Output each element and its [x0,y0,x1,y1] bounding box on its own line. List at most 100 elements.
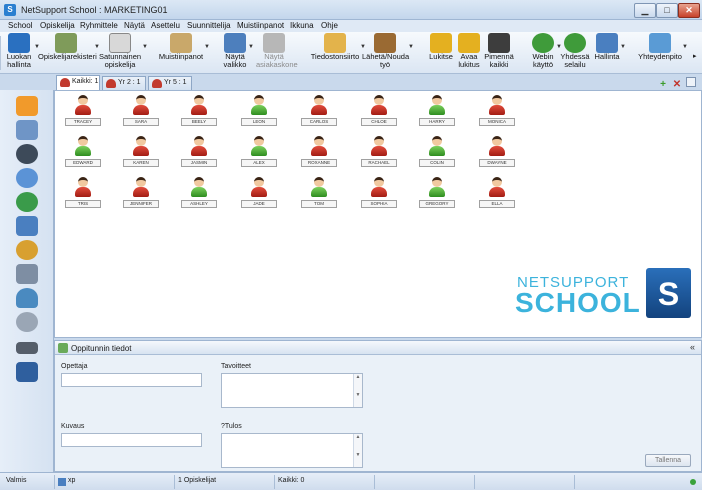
blank-all-button[interactable]: Pimennä kaikki [484,33,514,73]
status-ready: Valmis [6,477,27,484]
globe-icon[interactable] [16,192,38,212]
student-avatar-icon [131,177,151,199]
student-avatar-icon [73,95,93,117]
netsupport-app-icon: S [4,4,16,16]
group-settings-icon[interactable] [686,77,696,87]
student-avatar-icon [309,95,329,117]
notes-button[interactable]: Muistiinpanot ▼ [158,33,210,73]
keyboard-icon[interactable] [16,342,38,354]
graph-icon[interactable] [16,362,38,382]
student-name: JASMIN [181,159,217,167]
student-rachael[interactable]: RACHAEL [361,136,397,170]
student-ella[interactable]: ELLA [479,177,515,211]
student-beely[interactable]: BEELY [181,95,217,129]
unlock-button[interactable]: Avaa lukitus [456,33,482,73]
student-tracey[interactable]: TRACEY [65,95,101,129]
student-avatar-icon [369,95,389,117]
remove-group-icon[interactable]: ✕ [672,80,682,90]
description-field[interactable] [61,433,202,447]
menu-ryhmittele[interactable]: Ryhmittele [80,21,118,30]
class-control-button[interactable]: Luokan hallinta ▼ [4,33,40,73]
menu-opiskelija[interactable]: Opiskelija [40,21,75,30]
student-harry[interactable]: HARRY [419,95,455,129]
home-icon[interactable] [16,96,38,116]
goals-label: Tavoitteet [221,363,251,370]
layout-icon[interactable] [16,120,38,140]
headset-icon[interactable] [16,144,38,164]
status-students: 1 Opiskelijat [178,477,217,484]
student-register-button[interactable]: Opiskelijarekisteri ▼ [38,33,100,73]
maximize-button[interactable]: □ [656,3,678,18]
student-ashley[interactable]: ASHLEY [181,177,217,211]
teacher-field[interactable] [61,373,202,387]
menu-ikkuna[interactable]: Ikkuna [290,21,314,30]
student-tris[interactable]: TRIS [65,177,101,211]
student-karen[interactable]: KAREN [123,136,159,170]
student-sophia[interactable]: SOPHIA [361,177,397,211]
student-avatar-icon [427,95,447,117]
student-carlos[interactable]: CARLOS [301,95,337,129]
menu-nayta[interactable]: Näytä [124,21,145,30]
student-chloe[interactable]: CHLOE [361,95,397,129]
menu-school[interactable]: School [8,21,32,30]
lock-button[interactable]: Lukitse [428,33,454,73]
close-button[interactable]: ✕ [678,3,700,18]
tab-yr5[interactable]: Yr 5 : 1 [148,76,192,90]
student-monica[interactable]: MONICA [479,95,515,129]
toolbar-overflow-icon[interactable]: ▸ [693,52,697,60]
show-menu-button[interactable]: Näytä valikko ▼ [222,33,254,73]
minimize-button[interactable]: ▁ [634,3,656,18]
send-collect-button[interactable]: Lähetä/Nouda työ ▼ [362,33,414,73]
menu-suunnittelija[interactable]: Suunnittelija [187,21,231,30]
communication-button[interactable]: Yhteydenpito ▼ [638,33,688,73]
status-machine: xp [68,477,76,484]
student-avatar-icon [487,177,507,199]
management-button[interactable]: Hallinta ▼ [594,33,626,73]
save-button[interactable]: Tallenna [645,454,691,467]
student-roxanne[interactable]: ROXANNE [301,136,337,170]
goals-field[interactable]: ▲ ▼ [221,373,363,408]
tab-kaikki[interactable]: Kaikki: 1 [56,75,100,90]
student-sara[interactable]: SARA [123,95,159,129]
result-field[interactable]: ▲ ▼ [221,433,363,468]
student-name: MONICA [479,118,515,126]
management-icon [596,33,618,53]
show-client-button: Näytä asiakaskone [256,33,298,73]
student-alex[interactable]: ALEX [241,136,277,170]
group-icon [152,79,162,88]
goals-scrollbar[interactable]: ▲ ▼ [353,374,362,407]
web-access-button[interactable]: Webin käyttö ▼ [530,33,562,73]
disc-icon[interactable] [16,312,38,332]
student-tom[interactable]: TOM [301,177,337,211]
menu-ohje[interactable]: Ohje [321,21,338,30]
student-dwayne[interactable]: DWAYNE [479,136,515,170]
collapse-icon[interactable]: « [690,342,695,352]
menu-asettelu[interactable]: Asettelu [151,21,180,30]
student-leon[interactable]: LEON [241,95,277,129]
classroom-view: TRACEY SARA BEELY LEON CARLOS CHLOE HARRY MONIC… [54,90,702,338]
result-scrollbar[interactable]: ▲ ▼ [353,434,362,467]
window-icon[interactable] [16,216,38,236]
chart-pie-icon[interactable] [16,240,38,260]
printer-icon[interactable] [16,264,38,284]
student-avatar-icon [131,136,151,158]
student-jade[interactable]: JADE [241,177,277,211]
help-icon[interactable] [16,168,38,188]
student-jasmin[interactable]: JASMIN [181,136,217,170]
class-control-icon [8,33,30,53]
show-client-icon [263,33,285,53]
browse-together-button[interactable]: Yhdessä selailu [560,33,590,73]
random-student-button[interactable]: Satunnainen opiskelija ▼ [98,33,148,73]
student-colin[interactable]: COLIN [419,136,455,170]
student-edward[interactable]: EDWARD [65,136,101,170]
user-icon[interactable] [16,288,38,308]
file-transfer-button[interactable]: Tiedostonsiirto ▼ [310,33,366,73]
add-group-icon[interactable]: + [658,80,668,90]
menu-muistiinpanot[interactable]: Muistiinpanot [237,21,284,30]
student-jennifer[interactable]: JENNIFER [123,177,159,211]
teacher-label: Opettaja [61,363,88,370]
student-gregory[interactable]: GREGORY [419,177,455,211]
result-label: ?Tulos [221,423,242,430]
web-icon [532,33,554,53]
tab-yr2[interactable]: Yr 2 : 1 [102,76,146,90]
